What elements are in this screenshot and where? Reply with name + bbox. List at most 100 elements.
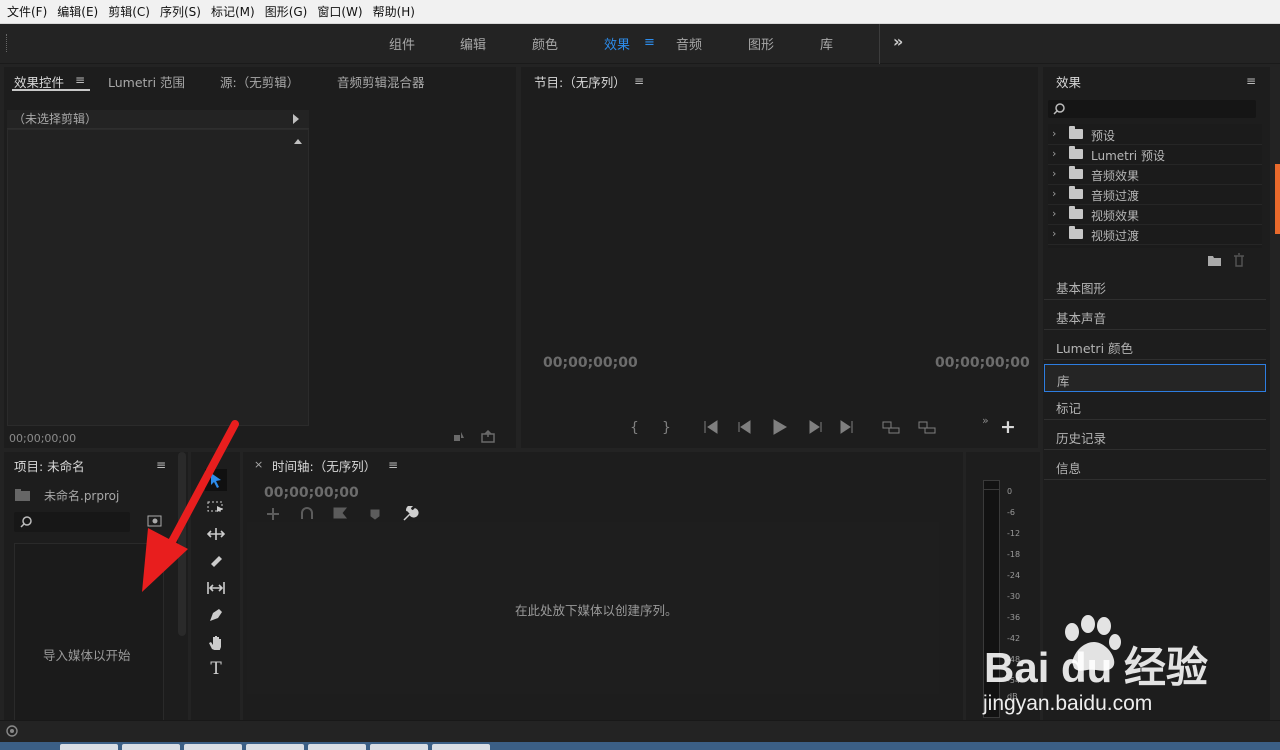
effect-controls-timecode: 00;00;00;00 bbox=[9, 432, 77, 445]
menu-bar: 文件(F) 编辑(E) 剪辑(C) 序列(S) 标记(M) 图形(G) 窗口(W… bbox=[0, 0, 1280, 24]
section-libraries[interactable]: 库 bbox=[1044, 364, 1266, 392]
new-folder-icon bbox=[1208, 256, 1221, 266]
add-button[interactable]: + bbox=[1000, 416, 1016, 438]
meter-label: -30 bbox=[1007, 592, 1021, 601]
chevron-right-icon[interactable]: › bbox=[1052, 147, 1056, 160]
project-media-area[interactable] bbox=[14, 543, 164, 723]
menu-sequence[interactable]: 序列(S) bbox=[155, 3, 206, 20]
tab-audio-clip-mixer[interactable]: 音频剪辑混合器 bbox=[337, 72, 425, 91]
effects-item-audio-transitions[interactable]: › 音频过渡 bbox=[1048, 185, 1262, 205]
drag-grip[interactable] bbox=[6, 34, 9, 52]
section-essential-sound[interactable]: 基本声音 bbox=[1044, 302, 1266, 330]
section-essential-graphics[interactable]: 基本图形 bbox=[1044, 272, 1266, 300]
chevron-right-icon[interactable]: › bbox=[1052, 227, 1056, 240]
ripple-edit-icon bbox=[206, 528, 226, 540]
taskbar-button[interactable] bbox=[246, 744, 304, 750]
effects-item-presets[interactable]: › 预设 bbox=[1048, 125, 1262, 145]
taskbar-button[interactable] bbox=[122, 744, 180, 750]
ripple-edit-tool[interactable] bbox=[205, 523, 227, 545]
no-clip-selected-row: （未选择剪辑） bbox=[7, 110, 309, 129]
clip-indicator bbox=[983, 480, 1000, 490]
wrench-icon bbox=[403, 506, 419, 521]
workspace-libraries[interactable]: 库 bbox=[820, 34, 833, 53]
section-markers[interactable]: 标记 bbox=[1044, 392, 1266, 420]
panel-menu-icon[interactable]: ≡ bbox=[75, 73, 85, 87]
folder-icon bbox=[1069, 186, 1083, 199]
panel-menu-icon[interactable]: ≡ bbox=[1246, 74, 1256, 88]
folder-icon bbox=[1069, 206, 1083, 219]
taskbar-button[interactable] bbox=[370, 744, 428, 750]
effects-title[interactable]: 效果 bbox=[1056, 72, 1081, 91]
program-timecode-left[interactable]: 00;00;00;00 bbox=[543, 355, 638, 371]
tab-lumetri-scopes[interactable]: Lumetri 范围 bbox=[108, 72, 185, 91]
taskbar-button[interactable] bbox=[432, 744, 490, 750]
go-to-out-icon bbox=[840, 420, 853, 434]
project-search-input[interactable] bbox=[14, 512, 130, 532]
timeline-title[interactable]: 时间轴:（无序列） bbox=[272, 456, 376, 475]
selection-tool[interactable] bbox=[205, 469, 227, 491]
workspace-effects[interactable]: 效果 bbox=[604, 34, 630, 53]
export-icons[interactable] bbox=[452, 430, 500, 444]
effects-item-video-transitions[interactable]: › 视频过渡 bbox=[1048, 225, 1262, 245]
workspace-menu-icon[interactable]: ≡ bbox=[644, 35, 655, 50]
step-forward-icon bbox=[809, 420, 822, 434]
razor-tool[interactable] bbox=[205, 550, 227, 572]
delete-icon bbox=[1234, 253, 1244, 267]
taskbar-button[interactable] bbox=[60, 744, 118, 750]
find-icon[interactable] bbox=[147, 514, 163, 528]
project-scrollbar[interactable] bbox=[178, 452, 186, 636]
menu-clip[interactable]: 剪辑(C) bbox=[103, 3, 155, 20]
chevron-right-icon[interactable]: › bbox=[1052, 127, 1056, 140]
overwrite-icon bbox=[918, 421, 928, 429]
workspace-audio[interactable]: 音频 bbox=[676, 34, 702, 53]
effects-search-input[interactable] bbox=[1048, 100, 1256, 118]
menu-file[interactable]: 文件(F) bbox=[2, 3, 52, 20]
search-icon bbox=[1053, 103, 1065, 115]
go-to-in-icon bbox=[704, 420, 718, 434]
chevron-right-icon[interactable]: › bbox=[1052, 167, 1056, 180]
more-workspaces-icon[interactable]: » bbox=[893, 32, 903, 51]
type-tool[interactable]: T bbox=[205, 658, 227, 680]
project-file-icon bbox=[15, 489, 30, 501]
effects-item-video-effects[interactable]: › 视频效果 bbox=[1048, 205, 1262, 225]
meter-label: -12 bbox=[1007, 529, 1021, 538]
effects-item-audio-effects[interactable]: › 音频效果 bbox=[1048, 165, 1262, 185]
menu-help[interactable]: 帮助(H) bbox=[368, 3, 420, 20]
workspace-editing[interactable]: 编辑 bbox=[460, 34, 486, 53]
panel-menu-icon[interactable]: ≡ bbox=[388, 458, 398, 472]
collapse-up-icon[interactable] bbox=[294, 139, 302, 144]
more-controls-icon[interactable]: » bbox=[982, 414, 989, 427]
workspace-graphics[interactable]: 图形 bbox=[748, 34, 774, 53]
folder-icon bbox=[1069, 226, 1083, 239]
panel-menu-icon[interactable]: ≡ bbox=[634, 74, 644, 88]
close-icon[interactable]: × bbox=[254, 458, 263, 471]
chevron-right-icon[interactable]: › bbox=[1052, 207, 1056, 220]
status-bar bbox=[0, 720, 1280, 742]
cloud-icon bbox=[6, 725, 18, 737]
tab-source[interactable]: 源:（无剪辑） bbox=[220, 72, 299, 91]
menu-graphics[interactable]: 图形(G) bbox=[260, 3, 313, 20]
effects-item-lumetri-presets[interactable]: › Lumetri 预设 bbox=[1048, 145, 1262, 165]
project-title[interactable]: 项目: 未命名 bbox=[14, 456, 85, 475]
menu-marker[interactable]: 标记(M) bbox=[206, 3, 260, 20]
hand-tool[interactable] bbox=[205, 631, 227, 653]
chevron-right-icon[interactable]: › bbox=[1052, 187, 1056, 200]
workspace-color[interactable]: 颜色 bbox=[532, 34, 558, 53]
play-icon bbox=[773, 419, 787, 435]
workspace-assembly[interactable]: 组件 bbox=[389, 34, 415, 53]
section-history[interactable]: 历史记录 bbox=[1044, 422, 1266, 450]
section-lumetri-color[interactable]: Lumetri 颜色 bbox=[1044, 332, 1266, 360]
section-info[interactable]: 信息 bbox=[1044, 452, 1266, 480]
pen-tool[interactable] bbox=[205, 604, 227, 626]
project-filename: 未命名.prproj bbox=[44, 489, 120, 503]
slip-tool[interactable] bbox=[205, 577, 227, 599]
panel-menu-icon[interactable]: ≡ bbox=[156, 458, 166, 472]
menu-edit[interactable]: 编辑(E) bbox=[52, 3, 103, 20]
taskbar-button[interactable] bbox=[184, 744, 242, 750]
track-select-tool[interactable] bbox=[205, 496, 227, 518]
timeline-timecode[interactable]: 00;00;00;00 bbox=[264, 485, 359, 501]
program-title[interactable]: 节目:（无序列） bbox=[534, 72, 626, 91]
menu-window[interactable]: 窗口(W) bbox=[312, 3, 367, 20]
taskbar-button[interactable] bbox=[308, 744, 366, 750]
play-triangle-icon[interactable] bbox=[293, 114, 299, 124]
